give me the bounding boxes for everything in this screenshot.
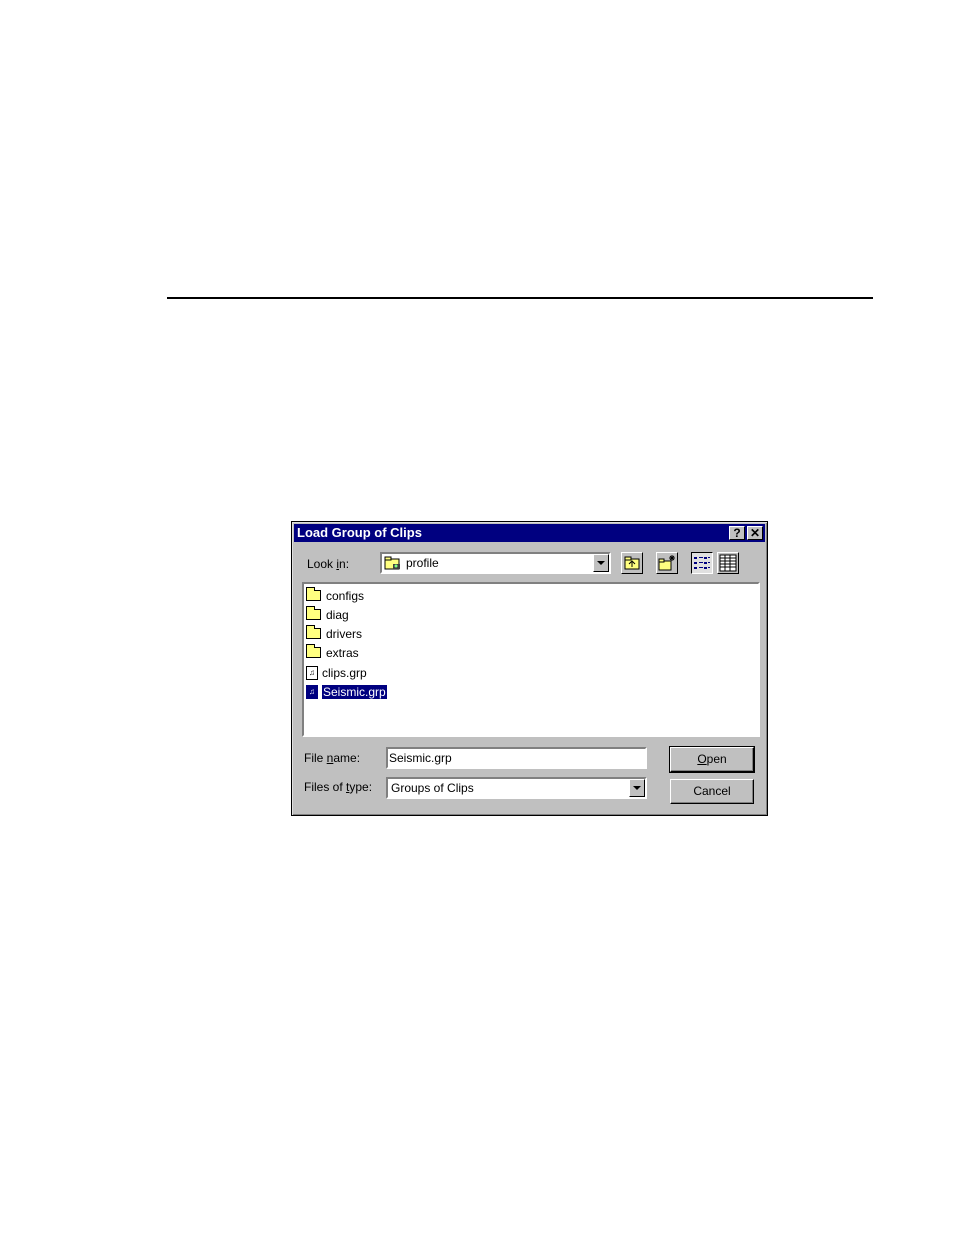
open-button[interactable]: Open bbox=[669, 746, 755, 773]
file-type-select[interactable]: Groups of Clips bbox=[386, 777, 647, 799]
close-button[interactable]: ✕ bbox=[747, 526, 763, 540]
file-name: drivers bbox=[326, 626, 363, 641]
list-item[interactable]: drivers bbox=[306, 625, 362, 642]
file-name: diag bbox=[326, 607, 349, 622]
look-in-combo[interactable]: profile bbox=[380, 552, 611, 574]
open-button-mnemonic: O bbox=[697, 752, 707, 766]
file-name: extras bbox=[326, 645, 359, 660]
file-type-label-post: ype: bbox=[349, 780, 373, 794]
look-in-label-pre: Look bbox=[307, 557, 337, 571]
details-view-button[interactable] bbox=[717, 552, 739, 574]
list-view-button[interactable] bbox=[691, 552, 713, 574]
help-button[interactable]: ? bbox=[729, 526, 745, 540]
folder-icon bbox=[306, 644, 321, 658]
up-folder-icon bbox=[624, 556, 640, 570]
title-bar[interactable]: Load Group of Clips ? ✕ bbox=[294, 524, 765, 542]
open-button-label: pen bbox=[706, 752, 727, 766]
look-in-label: Look in: bbox=[307, 557, 349, 571]
new-folder-icon bbox=[658, 555, 675, 571]
folder-icon bbox=[306, 606, 321, 620]
look-in-dropdown-icon[interactable] bbox=[593, 554, 609, 572]
file-name-label-pre: File bbox=[304, 751, 327, 765]
dialog-title: Load Group of Clips bbox=[297, 525, 422, 540]
file-name: configs bbox=[326, 588, 365, 603]
folder-icon bbox=[306, 625, 321, 639]
list-item[interactable]: configs bbox=[306, 587, 364, 604]
list-item[interactable]: ♫ clips.grp bbox=[306, 664, 367, 681]
new-folder-button[interactable] bbox=[656, 552, 678, 574]
file-name-value: Seismic.grp bbox=[389, 751, 452, 765]
file-type-dropdown-icon[interactable] bbox=[629, 779, 645, 797]
profile-folder-icon bbox=[384, 556, 400, 570]
file-type-label: Files of type: bbox=[304, 780, 372, 794]
details-view-icon bbox=[719, 554, 737, 572]
list-view-icon bbox=[694, 557, 710, 569]
look-in-label-post: n: bbox=[339, 557, 350, 571]
grp-file-icon: ♫ bbox=[306, 665, 318, 680]
cancel-button[interactable]: Cancel bbox=[670, 779, 754, 804]
grp-file-icon: ♫ bbox=[306, 684, 318, 699]
horizontal-rule bbox=[167, 297, 873, 299]
list-item[interactable]: diag bbox=[306, 606, 349, 623]
file-name-label-post: ame: bbox=[333, 751, 361, 765]
file-type-value: Groups of Clips bbox=[391, 781, 474, 795]
file-type-label-pre: Files of bbox=[304, 780, 347, 794]
list-item-selected[interactable]: ♫ Seismic.grp bbox=[306, 683, 387, 700]
file-name-label: File name: bbox=[304, 751, 360, 765]
file-name: clips.grp bbox=[322, 665, 367, 680]
up-one-level-button[interactable] bbox=[621, 552, 643, 574]
load-group-dialog: Load Group of Clips ? ✕ Look in: profile bbox=[291, 521, 768, 816]
file-name-input[interactable]: Seismic.grp bbox=[386, 747, 647, 769]
folder-icon bbox=[306, 587, 321, 601]
list-item[interactable]: extras bbox=[306, 644, 359, 661]
file-list[interactable]: configs diag drivers extras ♫ clips.grp … bbox=[302, 582, 760, 737]
file-name: Seismic.grp bbox=[322, 684, 387, 699]
look-in-value: profile bbox=[406, 556, 439, 570]
